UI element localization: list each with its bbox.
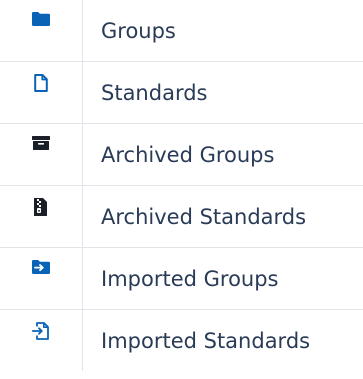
legend-row-groups: Groups — [0, 0, 363, 62]
folder-icon — [0, 12, 82, 30]
legend-label-archived-standards: Archived Standards — [82, 185, 363, 248]
legend-row-archived-groups: Archived Groups — [0, 123, 363, 186]
archive-file-icon — [0, 198, 82, 216]
legend-label-imported-standards: Imported Standards — [82, 309, 363, 371]
legend-row-archived-standards: Archived Standards — [0, 185, 363, 248]
legend-row-imported-groups: Imported Groups — [0, 247, 363, 310]
document-icon — [0, 74, 82, 92]
legend-row-standards: Standards — [0, 61, 363, 124]
import-folder-icon — [0, 260, 82, 278]
legend-row-imported-standards: Imported Standards — [0, 309, 363, 371]
import-file-icon — [0, 322, 82, 340]
legend-label-groups: Groups — [82, 0, 363, 62]
legend-label-imported-groups: Imported Groups — [82, 247, 363, 310]
archive-box-icon — [0, 136, 82, 154]
icon-legend-table: Groups Standards Archived Groups Archive… — [0, 0, 363, 371]
legend-label-archived-groups: Archived Groups — [82, 123, 363, 186]
legend-label-standards: Standards — [82, 61, 363, 124]
